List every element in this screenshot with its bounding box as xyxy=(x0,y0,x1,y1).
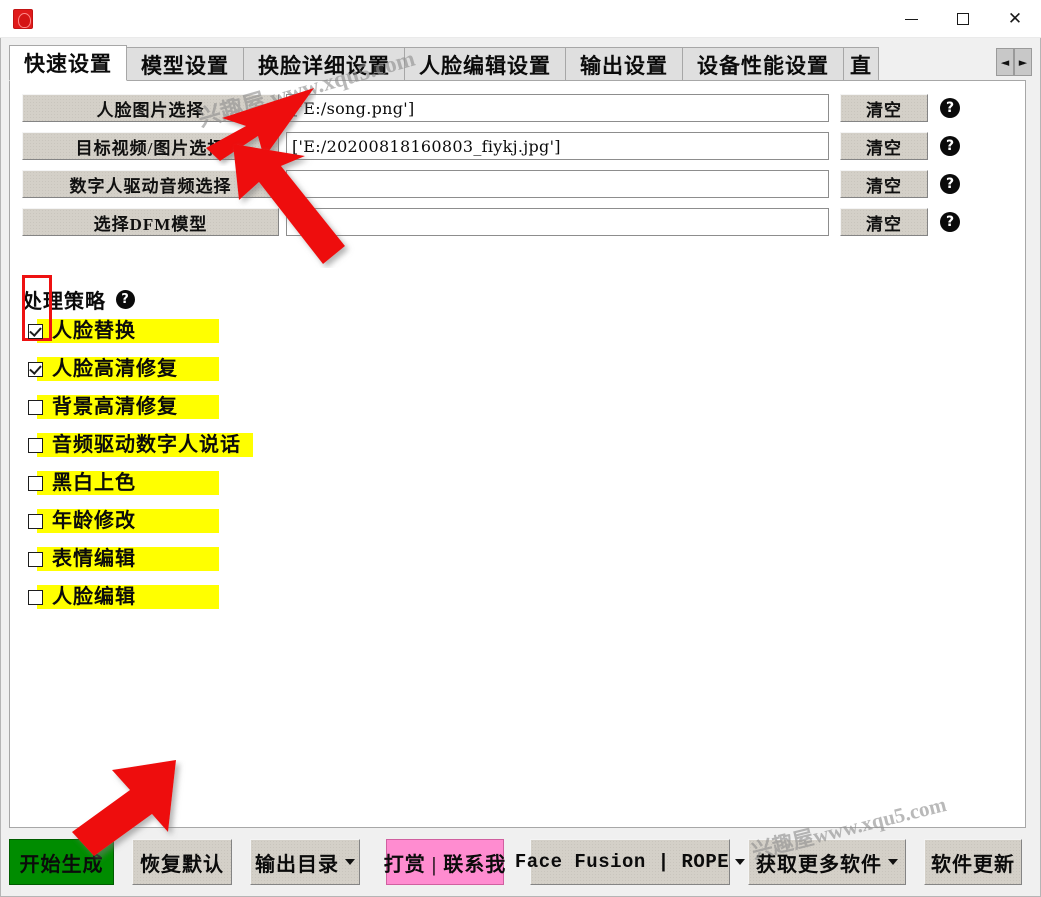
target-media-path-field[interactable]: ['E:/20200818160803_fiykj.jpg'] xyxy=(286,132,829,160)
face-fusion-rope-label: Face Fusion | ROPE xyxy=(514,851,730,873)
processing-strategy-header: 处理策略 ? xyxy=(22,285,135,314)
tab-output-settings[interactable]: 输出设置 xyxy=(565,47,683,81)
checkbox-row-expression-edit[interactable]: 表情编辑 xyxy=(28,547,219,571)
quick-settings-panel: 人脸图片选择 ['E:/song.png'] 清空 ? 目标视频/图片选择 ['… xyxy=(9,80,1026,828)
tab-face-edit-settings[interactable]: 人脸编辑设置 xyxy=(404,47,566,81)
chevron-down-icon xyxy=(888,859,898,865)
processing-strategy-help-icon[interactable]: ? xyxy=(116,290,135,309)
expression-edit-checkbox[interactable] xyxy=(28,551,43,567)
tab-label: 换脸详细设置 xyxy=(258,53,390,78)
tab-bar: 快速设置 模型设置 换脸详细设置 人脸编辑设置 输出设置 设备性能设置 直 xyxy=(9,45,1033,81)
software-update-button[interactable]: 软件更新 xyxy=(924,839,1022,885)
tab-scroll-controls: ◄ ► xyxy=(996,48,1032,76)
tab-label: 快速设置 xyxy=(24,52,112,76)
start-generate-button[interactable]: 开始生成 xyxy=(9,839,114,885)
row-face-image: 人脸图片选择 ['E:/song.png'] 清空 ? xyxy=(22,94,960,122)
tab-label: 输出设置 xyxy=(580,53,668,78)
bottom-toolbar: 开始生成 恢复默认 输出目录 打赏 | 联系我 Face Fusion | RO… xyxy=(9,834,1026,890)
processing-strategy-title: 处理策略 xyxy=(22,291,106,313)
dfm-model-help-icon[interactable]: ? xyxy=(940,212,960,232)
face-restore-label: 人脸高清修复 xyxy=(52,358,178,380)
more-software-button[interactable]: 获取更多软件 xyxy=(748,839,906,885)
checkbox-row-face-edit[interactable]: 人脸编辑 xyxy=(28,585,219,609)
window-body: 快速设置 模型设置 换脸详细设置 人脸编辑设置 输出设置 设备性能设置 直 ◄ xyxy=(0,38,1041,897)
face-edit-label: 人脸编辑 xyxy=(52,586,136,608)
output-directory-label: 输出目录 xyxy=(255,853,339,876)
row-target-media: 目标视频/图片选择 ['E:/20200818160803_fiykj.jpg'… xyxy=(22,132,960,160)
app-logo-icon xyxy=(11,7,35,31)
window-controls: ✕ xyxy=(885,0,1041,38)
row-driving-audio: 数字人驱动音频选择 清空 ? xyxy=(22,170,960,198)
checkbox-row-background-restore[interactable]: 背景高清修复 xyxy=(28,395,219,419)
tab-label: 直 xyxy=(850,53,872,78)
tab-label: 设备性能设置 xyxy=(697,53,829,78)
audio-driven-talking-checkbox[interactable] xyxy=(28,437,43,453)
tab-device-performance-settings[interactable]: 设备性能设置 xyxy=(682,47,844,81)
row-dfm-model: 选择DFM模型 清空 ? xyxy=(22,208,960,236)
tab-label: 人脸编辑设置 xyxy=(419,53,551,78)
tab-model-settings[interactable]: 模型设置 xyxy=(126,47,244,81)
face-image-help-icon[interactable]: ? xyxy=(940,98,960,118)
audio-driven-talking-label: 音频驱动数字人说话 xyxy=(52,434,241,456)
minimize-button[interactable] xyxy=(885,0,937,38)
checkbox-row-face-swap[interactable]: 人脸替换 xyxy=(28,319,219,343)
tab-scroll-right-icon[interactable]: ► xyxy=(1014,48,1032,76)
face-image-clear-button[interactable]: 清空 xyxy=(840,94,928,122)
expression-edit-label: 表情编辑 xyxy=(52,548,136,570)
checkbox-row-face-restore[interactable]: 人脸高清修复 xyxy=(28,357,219,381)
driving-audio-path-field[interactable] xyxy=(286,170,829,198)
restore-defaults-button[interactable]: 恢复默认 xyxy=(132,839,232,885)
dfm-model-clear-button[interactable]: 清空 xyxy=(840,208,928,236)
tab-faceswap-detail-settings[interactable]: 换脸详细设置 xyxy=(243,47,405,81)
age-modify-checkbox[interactable] xyxy=(28,513,43,529)
more-software-label: 获取更多软件 xyxy=(756,853,882,876)
target-media-clear-button[interactable]: 清空 xyxy=(840,132,928,160)
checkbox-row-age-modify[interactable]: 年龄修改 xyxy=(28,509,219,533)
face-fusion-rope-button[interactable]: Face Fusion | ROPE xyxy=(515,839,746,885)
maximize-button[interactable] xyxy=(937,0,989,38)
target-media-help-icon[interactable]: ? xyxy=(940,136,960,156)
background-restore-label: 背景高清修复 xyxy=(52,396,178,418)
chevron-down-icon xyxy=(735,859,746,865)
colorize-label: 黑白上色 xyxy=(52,472,136,494)
driving-audio-help-icon[interactable]: ? xyxy=(940,174,960,194)
face-swap-checkbox[interactable] xyxy=(28,323,43,339)
face-edit-checkbox[interactable] xyxy=(28,589,43,605)
face-image-path-field[interactable]: ['E:/song.png'] xyxy=(286,94,829,122)
chevron-down-icon xyxy=(345,859,355,865)
tab-live-settings[interactable]: 直 xyxy=(843,47,879,81)
tab-quick-settings[interactable]: 快速设置 xyxy=(9,45,127,81)
checkbox-row-colorize[interactable]: 黑白上色 xyxy=(28,471,219,495)
target-media-select-button[interactable]: 目标视频/图片选择 xyxy=(22,132,279,160)
close-button[interactable]: ✕ xyxy=(989,0,1041,38)
dfm-model-path-field[interactable] xyxy=(286,208,829,236)
tab-scroll-left-icon[interactable]: ◄ xyxy=(996,48,1014,76)
age-modify-label: 年龄修改 xyxy=(52,510,136,532)
face-image-select-button[interactable]: 人脸图片选择 xyxy=(22,94,279,122)
dfm-model-select-button[interactable]: 选择DFM模型 xyxy=(22,208,279,236)
face-swap-label: 人脸替换 xyxy=(52,320,136,342)
face-restore-checkbox[interactable] xyxy=(28,361,43,377)
background-restore-checkbox[interactable] xyxy=(28,399,43,415)
checkbox-row-audio-driven-talking[interactable]: 音频驱动数字人说话 xyxy=(28,433,253,457)
driving-audio-select-button[interactable]: 数字人驱动音频选择 xyxy=(22,170,279,198)
title-bar: ✕ xyxy=(0,0,1041,38)
application-window: ✕ 快速设置 模型设置 换脸详细设置 人脸编辑设置 输出设置 设备性能设置 直 … xyxy=(0,0,1041,897)
driving-audio-clear-button[interactable]: 清空 xyxy=(840,170,928,198)
tab-label: 模型设置 xyxy=(141,53,229,78)
donate-contact-button[interactable]: 打赏 | 联系我 xyxy=(384,839,505,885)
colorize-checkbox[interactable] xyxy=(28,475,43,491)
output-directory-button[interactable]: 输出目录 xyxy=(250,839,360,885)
